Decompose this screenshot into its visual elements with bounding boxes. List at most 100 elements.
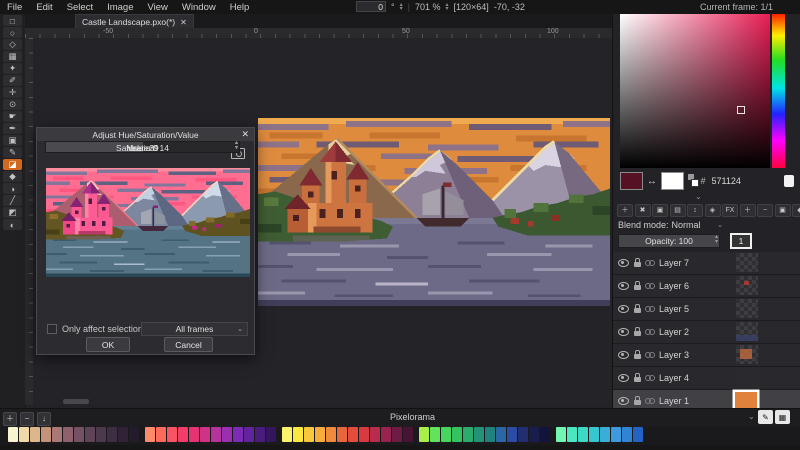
palette-swatch[interactable] (107, 427, 117, 442)
palette-swatch[interactable] (167, 427, 177, 442)
palette-swatch[interactable] (567, 427, 577, 442)
palette-swatch[interactable] (118, 427, 128, 442)
zoom-stepper[interactable]: ▴▾ (446, 3, 449, 11)
visibility-eye-icon[interactable] (618, 328, 629, 336)
tool-button[interactable]: ▣ (3, 135, 22, 146)
lock-icon[interactable] (634, 354, 641, 359)
frame-tool-button[interactable]: − (757, 204, 773, 217)
background-color-swatch[interactable] (661, 172, 684, 190)
lock-icon[interactable] (634, 262, 641, 267)
tool-button[interactable]: □ (3, 15, 22, 26)
palette-swatch[interactable] (556, 427, 566, 442)
tool-button[interactable]: ⊙ (3, 99, 22, 110)
palette-swatch[interactable] (145, 427, 155, 442)
layer-tool-button[interactable]: FX (722, 204, 738, 217)
palette-swatch[interactable] (326, 427, 336, 442)
default-colors-icon[interactable] (688, 174, 697, 188)
menu-item[interactable]: View (141, 2, 175, 13)
palette-swatch[interactable] (74, 427, 84, 442)
frame-tool-button[interactable]: ＋ (740, 204, 756, 217)
menu-item[interactable]: Image (100, 2, 140, 13)
tool-button[interactable]: ◇ (3, 39, 22, 50)
lock-icon[interactable] (634, 400, 641, 405)
palette-button[interactable]: ＋ (3, 412, 17, 426)
palette-swatch[interactable] (441, 427, 451, 442)
palette-swatch[interactable] (589, 427, 599, 442)
palette-swatch[interactable] (96, 427, 106, 442)
palette-swatch[interactable] (156, 427, 166, 442)
cel-thumbnail[interactable] (736, 276, 758, 295)
tool-button[interactable]: ◪ (3, 159, 22, 170)
palette-swatch[interactable] (244, 427, 254, 442)
palette-swatch[interactable] (414, 427, 418, 442)
palette-swatch[interactable] (348, 427, 358, 442)
layer-row[interactable]: Layer 2 (613, 321, 800, 344)
palette-swatch[interactable] (578, 427, 588, 442)
layer-tool-button[interactable]: ▤ (670, 204, 686, 217)
tool-button[interactable]: ✎ (3, 147, 22, 158)
tool-button[interactable]: ◩ (3, 207, 22, 218)
rotation-input[interactable] (356, 1, 386, 12)
menu-item[interactable]: Select (60, 2, 100, 13)
palette-swatch[interactable] (381, 427, 391, 442)
palette-button[interactable]: − (20, 412, 34, 426)
palette-swatch[interactable] (8, 427, 18, 442)
layer-row[interactable]: Layer 3 (613, 344, 800, 367)
lock-icon[interactable] (634, 331, 641, 336)
palette-swatch[interactable] (222, 427, 232, 442)
palette-swatch[interactable] (129, 427, 139, 442)
lock-icon[interactable] (634, 285, 641, 290)
palette-swatch[interactable] (233, 427, 243, 442)
dialog-slider[interactable]: Value: 0 ▴▾ (45, 141, 240, 153)
palette-swatch[interactable] (282, 427, 292, 442)
hue-slider[interactable] (772, 14, 785, 168)
cancel-button[interactable]: Cancel (164, 337, 213, 352)
palette-swatch[interactable] (315, 427, 325, 442)
palette-swatch[interactable] (622, 427, 632, 442)
palette-swatch[interactable] (200, 427, 210, 442)
tab-castle-landscape[interactable]: Castle Landscape.pxo(*) ✕ (75, 14, 194, 29)
palette-swatch[interactable] (392, 427, 402, 442)
palette-swatch[interactable] (485, 427, 495, 442)
palette-swatch[interactable] (266, 427, 276, 442)
tool-button[interactable]: ✛ (3, 87, 22, 98)
frame-tool-button[interactable]: ◆ (792, 204, 800, 217)
blend-mode-dropdown[interactable]: Blend mode: Normal ⌄ (618, 219, 723, 231)
palette-swatch[interactable] (430, 427, 440, 442)
palette-swatch[interactable] (337, 427, 347, 442)
frames-dropdown[interactable]: All frames ⌄ (141, 322, 248, 336)
tool-button[interactable]: ◆ (3, 171, 22, 182)
tool-button[interactable]: ◐ (3, 219, 22, 230)
tool-button[interactable]: ✐ (3, 75, 22, 86)
palette-swatch[interactable] (507, 427, 517, 442)
dialog-close-icon[interactable]: ✕ (241, 129, 249, 140)
slider-stepper[interactable]: ▴▾ (235, 141, 238, 151)
color-options-icon[interactable] (784, 175, 794, 187)
cel-thumbnail[interactable] (736, 322, 758, 341)
menu-item[interactable]: Help (223, 2, 257, 13)
layer-row[interactable]: Layer 6 (613, 275, 800, 298)
tool-button[interactable]: ✒ (3, 123, 22, 134)
foreground-color-swatch[interactable] (620, 172, 643, 190)
edit-palette-icon[interactable]: ✎ (758, 410, 773, 424)
palette-swatch[interactable] (540, 427, 550, 442)
palette-swatch[interactable] (211, 427, 221, 442)
color-cursor[interactable] (737, 106, 745, 114)
palette-swatch[interactable] (85, 427, 95, 442)
layer-tool-button[interactable]: ▣ (652, 204, 668, 217)
palette-swatch[interactable] (277, 427, 281, 442)
palette-button[interactable]: ↓ (37, 412, 51, 426)
palette-swatch[interactable] (633, 427, 643, 442)
palette-swatch[interactable] (419, 427, 429, 442)
layer-tool-button[interactable]: ◈ (705, 204, 721, 217)
canvas[interactable] (258, 118, 610, 306)
visibility-eye-icon[interactable] (618, 259, 629, 267)
layer-row[interactable]: Layer 7 (613, 252, 800, 275)
visibility-eye-icon[interactable] (618, 374, 629, 382)
collapse-picker-icon[interactable]: ⌄ (695, 192, 702, 201)
cel-thumbnail[interactable] (736, 368, 758, 387)
tab-close-icon[interactable]: ✕ (180, 18, 187, 27)
palette-swatch[interactable] (189, 427, 199, 442)
palette-swatch[interactable] (529, 427, 539, 442)
only-affect-selection-checkbox[interactable] (47, 324, 57, 334)
